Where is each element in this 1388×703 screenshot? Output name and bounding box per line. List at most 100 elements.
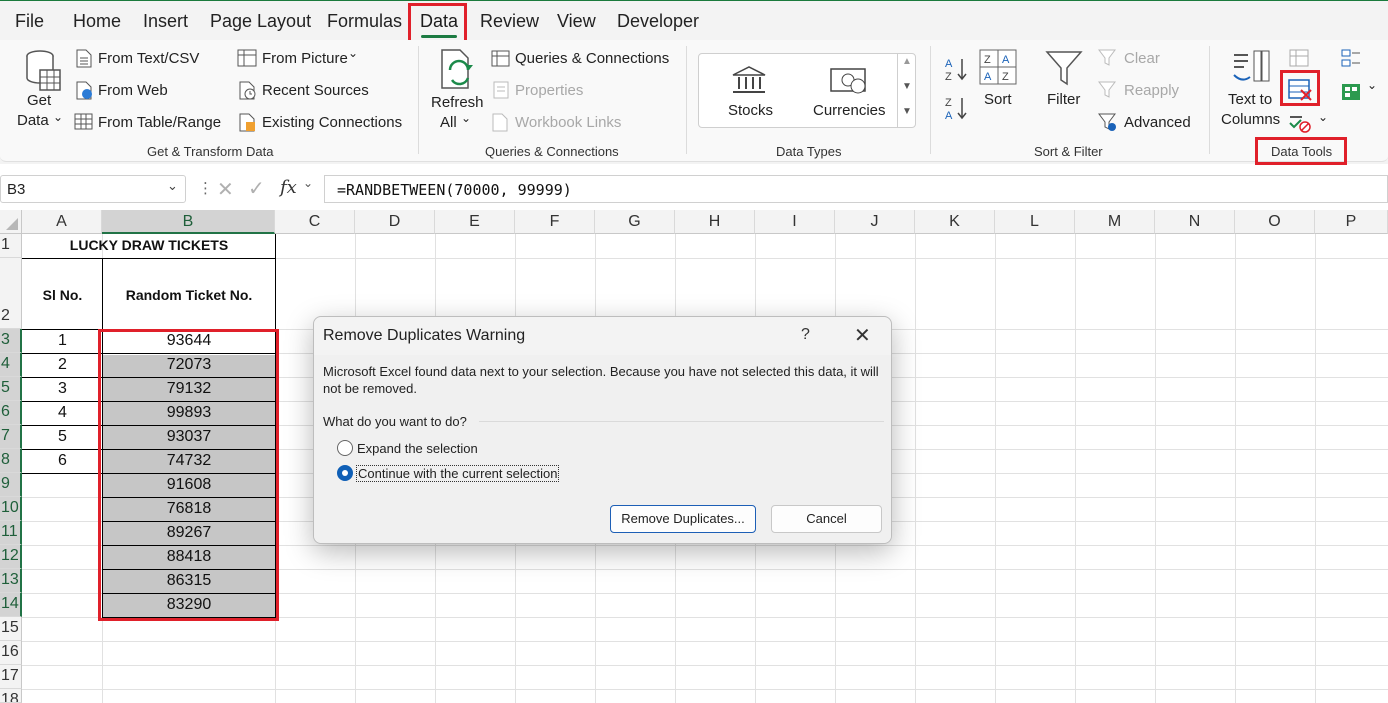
gallery-scroll[interactable]: ▲ ▼ ▼: [897, 54, 915, 127]
insert-function-icon[interactable]: fx: [280, 177, 297, 198]
row-header-12[interactable]: 12: [0, 545, 22, 569]
filter-label: Filter: [1047, 91, 1081, 108]
group-separator: [930, 46, 931, 154]
chevron-down-icon: ⌄: [53, 110, 64, 124]
from-text-csv-button[interactable]: From Text/CSV: [98, 50, 199, 67]
column-header-b[interactable]: B: [102, 210, 275, 234]
column-header-j[interactable]: J: [835, 210, 915, 234]
tab-file[interactable]: File: [15, 11, 44, 32]
column-header-m[interactable]: M: [1075, 210, 1155, 234]
name-box[interactable]: B3 ⌄: [0, 175, 186, 203]
row-header-13[interactable]: 13: [0, 569, 22, 593]
name-box-value: B3: [7, 181, 26, 198]
column-header-e[interactable]: E: [435, 210, 515, 234]
row-header-16[interactable]: 16: [0, 641, 22, 665]
cell-sl-no[interactable]: 3: [23, 380, 102, 398]
column-header-g[interactable]: G: [595, 210, 675, 234]
more-options-icon[interactable]: ⋮: [198, 179, 213, 197]
web-icon: [76, 81, 92, 100]
column-header-l[interactable]: L: [995, 210, 1075, 234]
row-header-1[interactable]: 1: [0, 234, 22, 258]
workbook-links-button[interactable]: Workbook Links: [515, 114, 621, 131]
row-header-2[interactable]: 2: [0, 258, 22, 329]
svg-text:Z: Z: [1002, 71, 1009, 83]
row-header-4[interactable]: 4: [0, 353, 22, 377]
gridline-horizontal: [22, 689, 1388, 690]
advanced-button[interactable]: Advanced: [1124, 114, 1191, 131]
row-header-11[interactable]: 11: [0, 521, 22, 545]
column-header-a[interactable]: A: [22, 210, 102, 234]
cell-sl-no[interactable]: 1: [23, 332, 102, 350]
dialog-question: What do you want to do?: [323, 414, 467, 429]
cell-sl-no[interactable]: 5: [23, 428, 102, 446]
properties-button[interactable]: Properties: [515, 82, 583, 99]
recent-sources-button[interactable]: Recent Sources: [262, 82, 369, 99]
chevron-down-icon: ⌄: [167, 178, 178, 193]
row-header-6[interactable]: 6: [0, 401, 22, 425]
column-header-i[interactable]: I: [755, 210, 835, 234]
from-picture-button[interactable]: From Picture: [262, 50, 348, 67]
tab-view[interactable]: View: [557, 11, 596, 32]
row-header-5[interactable]: 5: [0, 377, 22, 401]
gridline-horizontal: [22, 665, 1388, 666]
tab-home[interactable]: Home: [73, 11, 121, 32]
row-header-15[interactable]: 15: [0, 617, 22, 641]
text-to-columns-label-2: Columns: [1221, 111, 1281, 128]
column-header-p[interactable]: P: [1315, 210, 1388, 234]
text-to-columns-icon: [1233, 50, 1270, 82]
row-header-14[interactable]: 14: [0, 593, 22, 617]
cell-sl-no[interactable]: 4: [23, 404, 102, 422]
currencies-label: Currencies: [813, 102, 886, 119]
queries-connections-button[interactable]: Queries & Connections: [515, 50, 669, 67]
tab-insert[interactable]: Insert: [143, 11, 188, 32]
tab-developer[interactable]: Developer: [617, 11, 699, 32]
column-header-h[interactable]: H: [675, 210, 755, 234]
reapply-button[interactable]: Reapply: [1124, 82, 1179, 99]
confirm-entry-icon[interactable]: ✓: [248, 176, 265, 201]
group-label-queries: Queries & Connections: [485, 144, 619, 159]
radio-continue-selection[interactable]: [337, 465, 353, 481]
close-icon[interactable]: ✕: [854, 323, 871, 348]
tab-review[interactable]: Review: [480, 11, 539, 32]
existing-connections-button[interactable]: Existing Connections: [262, 114, 402, 131]
tab-page-layout[interactable]: Page Layout: [210, 11, 311, 32]
clear-button[interactable]: Clear: [1124, 50, 1160, 67]
row-header-9[interactable]: 9: [0, 473, 22, 497]
column-header-k[interactable]: K: [915, 210, 995, 234]
row-header-3[interactable]: 3: [0, 329, 22, 353]
column-header-c[interactable]: C: [275, 210, 355, 234]
row-header-17[interactable]: 17: [0, 665, 22, 689]
column-header-d[interactable]: D: [355, 210, 435, 234]
row-header-7[interactable]: 7: [0, 425, 22, 449]
tab-formulas[interactable]: Formulas: [327, 11, 402, 32]
ribbon-tab-bar: File Home Insert Page Layout Formulas Da…: [0, 0, 1388, 44]
chevron-down-icon: ⌄: [348, 46, 359, 60]
remove-duplicates-button[interactable]: Remove Duplicates...: [610, 505, 756, 533]
cell-sl-no[interactable]: 2: [23, 356, 102, 374]
formula-input[interactable]: =RANDBETWEEN(70000, 99999): [324, 175, 1388, 203]
cancel-button[interactable]: Cancel: [771, 505, 882, 533]
radio-expand-selection[interactable]: [337, 440, 353, 456]
help-icon[interactable]: ?: [801, 326, 810, 344]
svg-text:A: A: [984, 71, 992, 83]
column-header-o[interactable]: O: [1235, 210, 1315, 234]
radio-continue-label[interactable]: Continue with the current selection: [356, 465, 560, 482]
queries-connections-icon: [491, 50, 510, 67]
svg-text:A: A: [1002, 54, 1010, 66]
cancel-entry-icon[interactable]: ✕: [217, 177, 234, 202]
chevron-down-icon: ⌄: [303, 176, 314, 190]
radio-expand-label[interactable]: Expand the selection: [357, 441, 478, 456]
row-header-10[interactable]: 10: [0, 497, 22, 521]
from-table-range-button[interactable]: From Table/Range: [98, 114, 221, 131]
select-all-corner[interactable]: [0, 210, 22, 234]
sort-label: Sort: [984, 91, 1012, 108]
cell-sl-no[interactable]: 6: [23, 452, 102, 470]
row-header-8[interactable]: 8: [0, 449, 22, 473]
select-all-icon: [6, 218, 18, 230]
data-tab-highlight: [408, 3, 467, 44]
row-header-18[interactable]: 18: [0, 689, 22, 703]
svg-text:Z: Z: [984, 54, 991, 66]
from-web-button[interactable]: From Web: [98, 82, 168, 99]
column-header-n[interactable]: N: [1155, 210, 1235, 234]
column-header-f[interactable]: F: [515, 210, 595, 234]
